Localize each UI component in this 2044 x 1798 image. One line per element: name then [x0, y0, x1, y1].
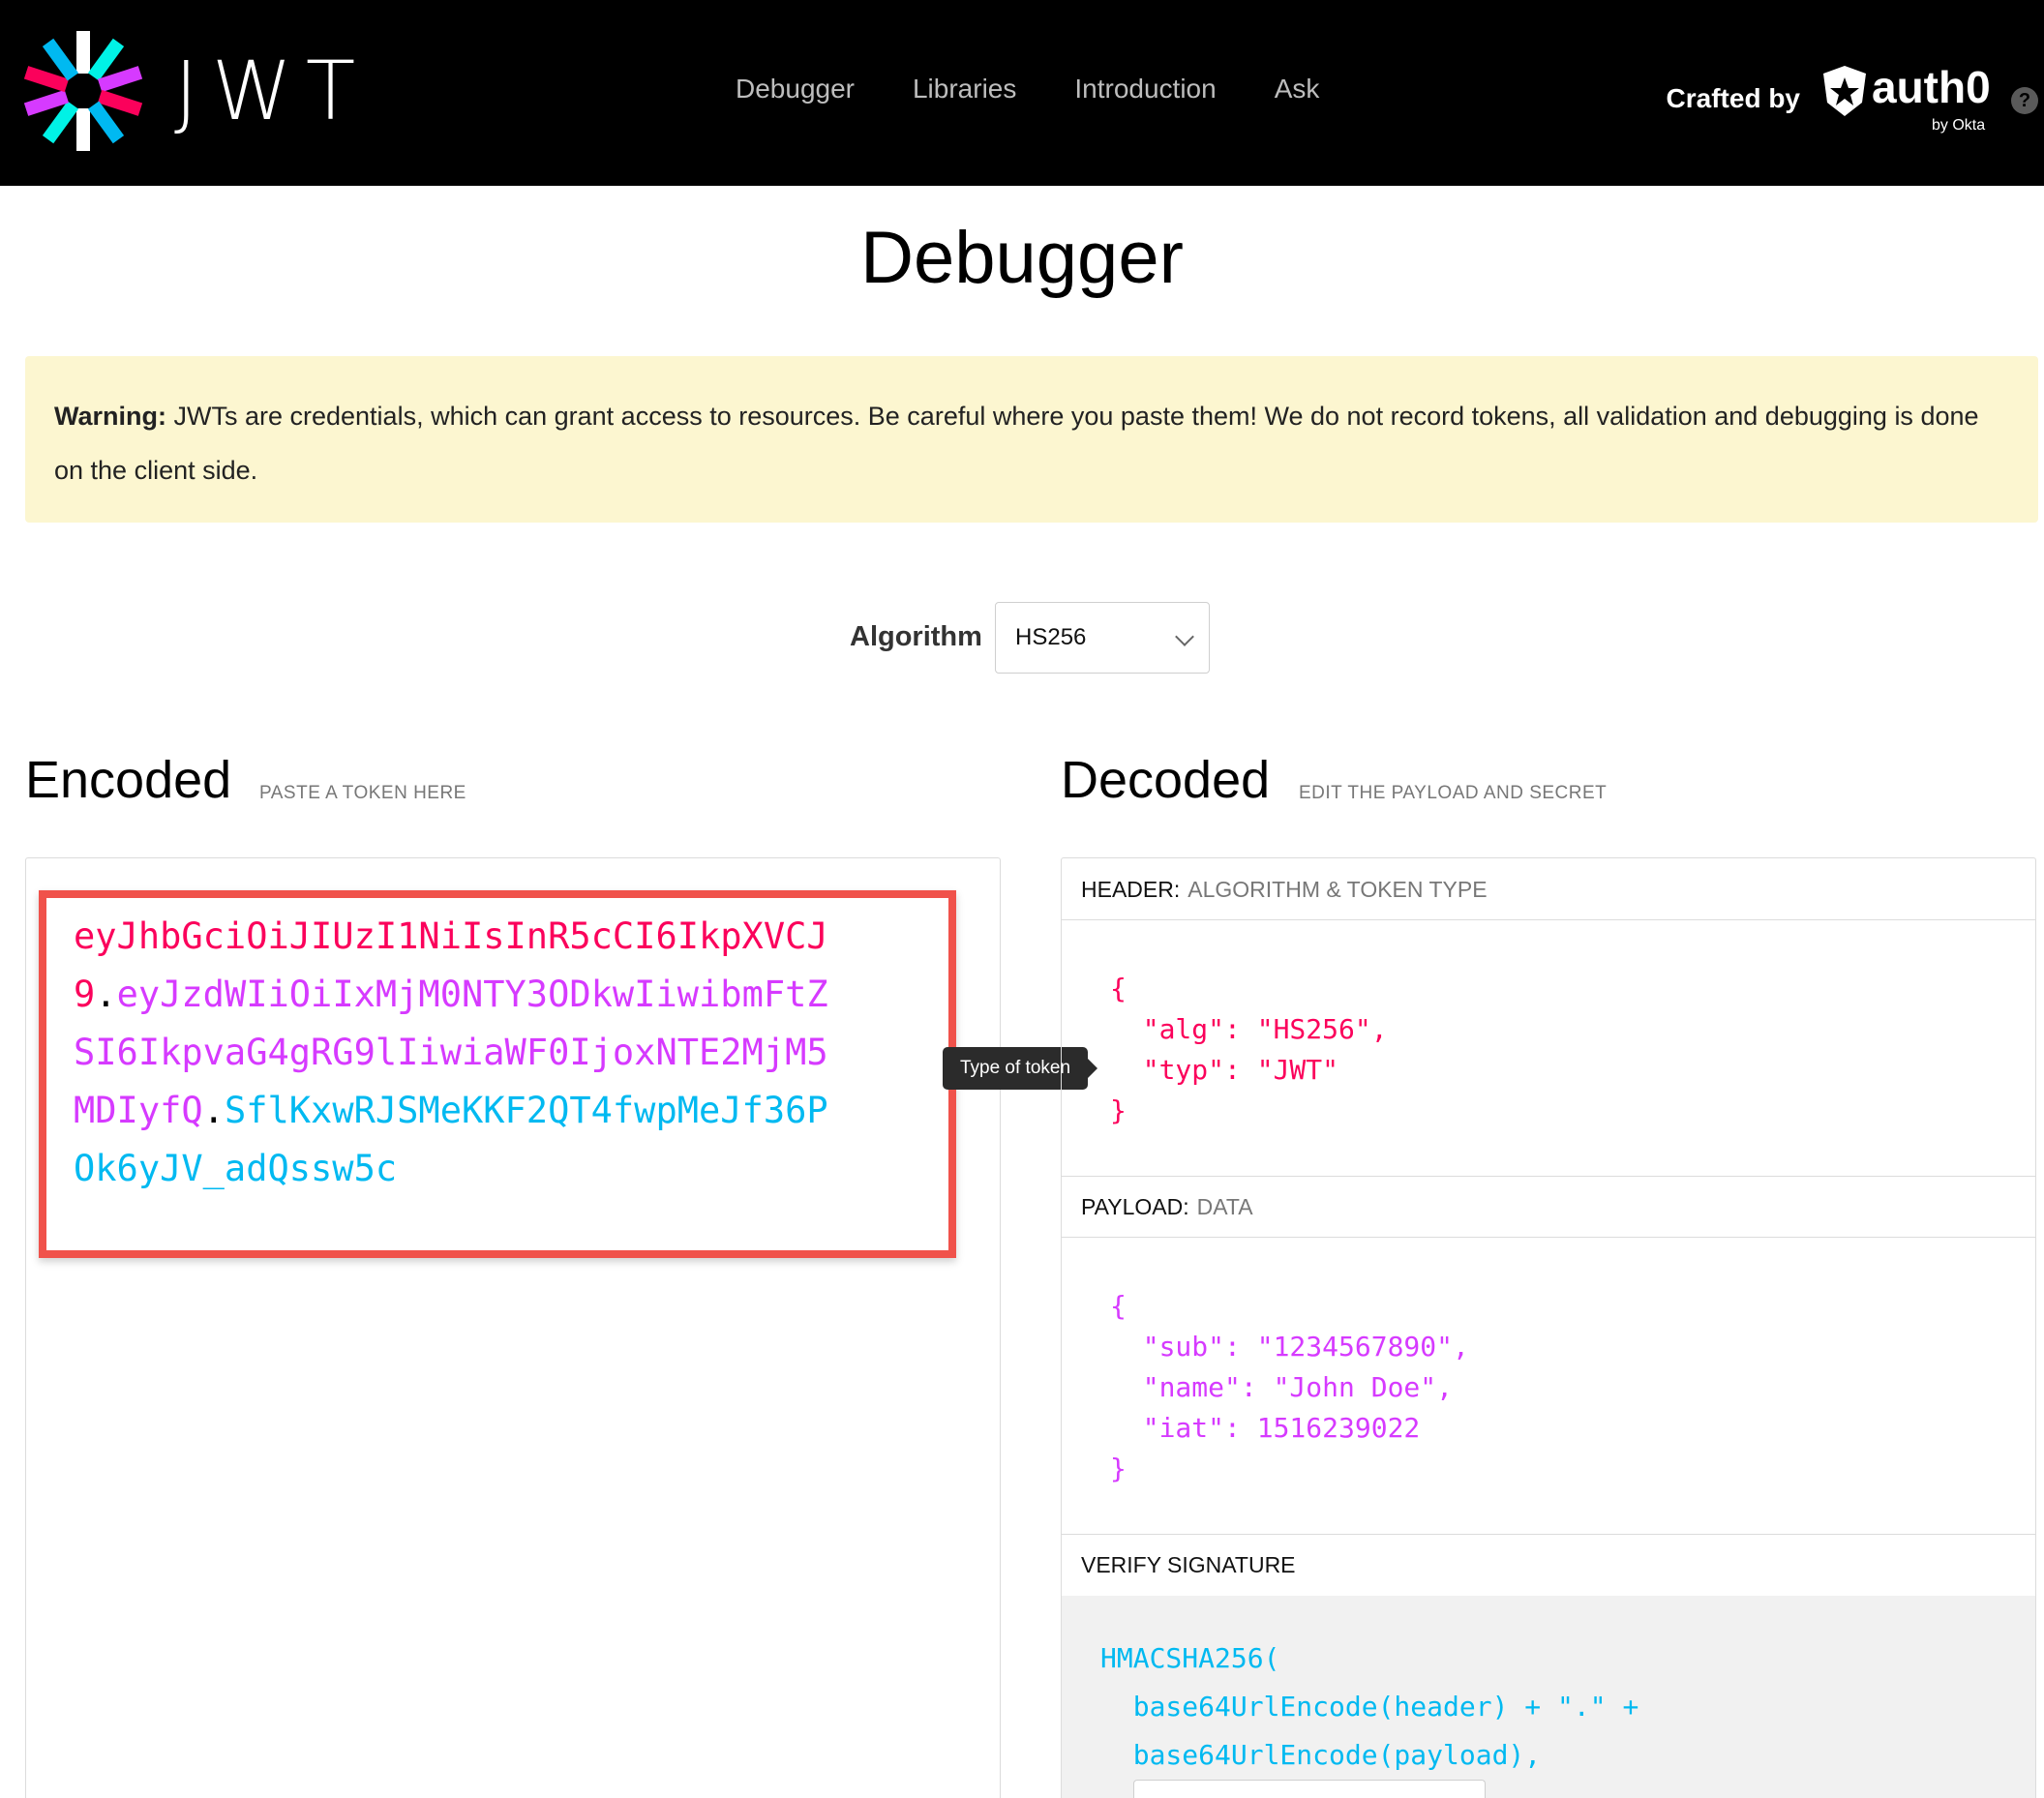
- header-desc: ALGORITHM & TOKEN TYPE: [1187, 877, 1488, 902]
- payload-desc: DATA: [1196, 1194, 1253, 1219]
- warning-text: JWTs are credentials, which can grant ac…: [54, 402, 1979, 485]
- header-label: HEADER:: [1081, 877, 1181, 902]
- main-nav: Debugger Libraries Introduction Ask: [736, 70, 1319, 108]
- top-navbar: JWT Debugger Libraries Introduction Ask …: [0, 0, 2044, 186]
- nav-item-debugger[interactable]: Debugger: [736, 70, 855, 108]
- payload-section-title: PAYLOAD: DATA: [1062, 1176, 2035, 1238]
- help-icon[interactable]: ?: [2011, 87, 2038, 114]
- algorithm-selected-value: HS256: [1015, 624, 1087, 650]
- algorithm-label: Algorithm: [850, 621, 982, 652]
- chevron-down-icon: [1175, 627, 1194, 646]
- crafted-by-label: Crafted by: [1666, 83, 1800, 113]
- encoded-subtitle: PASTE A TOKEN HERE: [259, 783, 466, 803]
- header-json-editor[interactable]: { "alg": "HS256", "typ": "JWT" }: [1110, 969, 1388, 1131]
- nav-item-introduction[interactable]: Introduction: [1074, 70, 1216, 108]
- warning-prefix: Warning:: [54, 402, 166, 431]
- warning-banner: Warning: JWTs are credentials, which can…: [25, 356, 2038, 523]
- auth0-shield-icon[interactable]: [1819, 64, 1870, 118]
- encoded-token-text[interactable]: eyJhbGciOiJIUzI1NiIsInR5cCI6IkpXVCJ9.eyJ…: [74, 908, 848, 1198]
- decoded-panel: HEADER: ALGORITHM & TOKEN TYPE { "alg": "…: [1061, 857, 2036, 1798]
- decoded-subtitle: EDIT THE PAYLOAD AND SECRET: [1299, 783, 1608, 803]
- verify-signature-title: VERIFY SIGNATURE: [1062, 1534, 2035, 1596]
- jwt-starburst-icon[interactable]: [23, 31, 143, 151]
- by-okta-label: by Okta: [1932, 117, 1986, 134]
- token-dot: .: [95, 974, 117, 1015]
- payload-json-editor[interactable]: { "sub": "1234567890", "name": "John Doe…: [1110, 1286, 1469, 1489]
- payload-label: PAYLOAD:: [1081, 1194, 1189, 1219]
- nav-item-libraries[interactable]: Libraries: [913, 70, 1016, 108]
- header-section-title: HEADER: ALGORITHM & TOKEN TYPE: [1062, 858, 2035, 920]
- decoded-title: Decoded: [1061, 751, 1271, 809]
- jwt-wordmark[interactable]: JWT: [174, 43, 369, 139]
- encoded-title: Encoded: [25, 751, 232, 809]
- algorithm-select[interactable]: HS256: [995, 602, 1210, 674]
- token-dot: .: [202, 1090, 225, 1131]
- page-title: Debugger: [860, 217, 1184, 299]
- auth0-wordmark[interactable]: auth0: [1872, 60, 1991, 114]
- secret-input[interactable]: [1133, 1780, 1486, 1798]
- verify-label: VERIFY SIGNATURE: [1081, 1552, 1296, 1577]
- verify-signature-code: HMACSHA256( base64UrlEncode(header) + ".…: [1100, 1642, 1639, 1771]
- nav-item-ask[interactable]: Ask: [1275, 70, 1320, 108]
